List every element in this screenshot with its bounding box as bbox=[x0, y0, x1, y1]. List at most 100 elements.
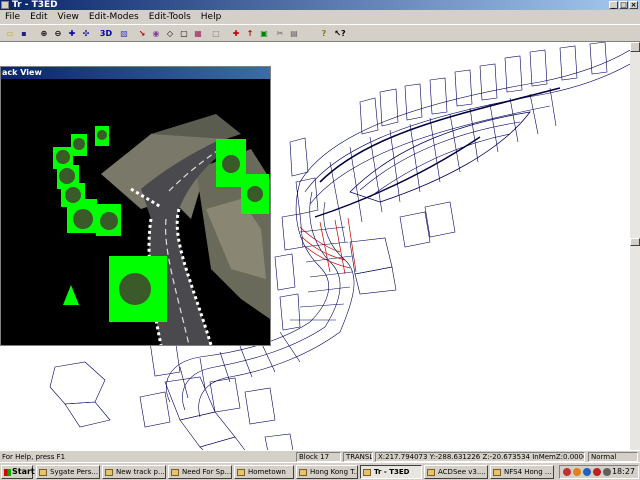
3d-view-icon[interactable]: 3D bbox=[100, 27, 112, 39]
zoom-in-icon-glyph: ⊕ bbox=[40, 28, 48, 38]
tray-icon-3[interactable] bbox=[583, 468, 591, 476]
taskbar-button[interactable]: Hometown bbox=[234, 465, 294, 479]
shape-icon[interactable]: ▢ bbox=[178, 27, 190, 39]
shape-icon-glyph: ▢ bbox=[180, 28, 188, 38]
menu-file[interactable]: File bbox=[0, 10, 25, 24]
taskbar-button-label: Need For Sp... bbox=[182, 468, 232, 476]
help-icon-glyph: ? bbox=[321, 28, 327, 38]
title-bar: Tr - T3ED _ □ × bbox=[0, 0, 640, 10]
menu-edit-tools[interactable]: Edit-Tools bbox=[144, 10, 196, 24]
track-view-scene[interactable] bbox=[1, 79, 270, 345]
clock: 18:27 bbox=[611, 467, 635, 476]
help-icon[interactable]: ? bbox=[318, 27, 330, 39]
track-icon[interactable]: ▧ bbox=[118, 27, 130, 39]
status-block: Block 17 bbox=[296, 452, 341, 462]
light-icon-glyph: ▤ bbox=[290, 28, 298, 38]
toolbar: ▭ ▪ ⊕ ⊖ ✚ ✣ 3D ▧ ↘ ◉ ◇ ▢ ▦ □ ✚ ↑ ▣ ✂ ▤? ↖? bbox=[0, 24, 640, 42]
scroll-up-button[interactable] bbox=[630, 42, 640, 52]
zoom-out-icon[interactable]: ⊖ bbox=[52, 27, 64, 39]
zoom-out-icon-glyph: ⊖ bbox=[54, 28, 62, 38]
move-icon[interactable]: ✚ bbox=[66, 27, 78, 39]
status-mode: TRANSL bbox=[343, 452, 373, 462]
blank-icon-glyph: □ bbox=[212, 28, 220, 38]
window-icon bbox=[171, 469, 179, 476]
menu-bar: File Edit View Edit-Modes Edit-Tools Hel… bbox=[0, 10, 640, 24]
block-icon[interactable]: ↘ bbox=[136, 27, 148, 39]
scroll-thumb[interactable] bbox=[630, 238, 640, 246]
add-point-icon-glyph: ✚ bbox=[232, 28, 240, 38]
taskbar-button[interactable]: ACDSee v3.... bbox=[424, 465, 488, 479]
start-label: Start bbox=[12, 467, 35, 476]
zoom-in-icon[interactable]: ⊕ bbox=[38, 27, 50, 39]
context-help-icon[interactable]: ↖? bbox=[334, 27, 346, 39]
search-icon[interactable]: ◉ bbox=[150, 27, 162, 39]
arrow-up-icon[interactable]: ↑ bbox=[244, 27, 256, 39]
context-help-icon-glyph: ↖? bbox=[334, 28, 346, 38]
open-folder-icon[interactable]: ▭ bbox=[4, 27, 16, 39]
taskbar: Start 18:27 Sygate Pers... New track p...… bbox=[0, 462, 640, 480]
cut-icon[interactable]: ✂ bbox=[274, 27, 286, 39]
blank-icon[interactable]: □ bbox=[210, 27, 222, 39]
close-button[interactable]: × bbox=[629, 1, 638, 9]
menu-edit-modes[interactable]: Edit-Modes bbox=[84, 10, 144, 24]
taskbar-button-label: New track p... bbox=[116, 468, 165, 476]
block-icon-glyph: ↘ bbox=[138, 28, 146, 38]
texture-icon-glyph: ▦ bbox=[194, 28, 202, 38]
save-icon[interactable]: ▪ bbox=[18, 27, 30, 39]
maximize-button[interactable]: □ bbox=[619, 1, 628, 9]
cut-icon-glyph: ✂ bbox=[276, 28, 284, 38]
scenery-icon[interactable]: ▣ bbox=[258, 27, 270, 39]
taskbar-button-label: Hong Kong T... bbox=[310, 468, 358, 476]
move-icon-glyph: ✚ bbox=[68, 28, 76, 38]
windows-flag-icon bbox=[4, 469, 11, 476]
track-view-title: ack View bbox=[1, 67, 270, 79]
save-icon-glyph: ▪ bbox=[21, 28, 27, 38]
3d-view-icon-glyph: 3D bbox=[99, 28, 113, 38]
tray-icon-2[interactable] bbox=[573, 468, 581, 476]
add-point-icon[interactable]: ✚ bbox=[230, 27, 242, 39]
scenery-icon-glyph: ▣ bbox=[260, 28, 268, 38]
status-state: Normal bbox=[588, 452, 638, 462]
taskbar-button[interactable]: Need For Sp... bbox=[168, 465, 232, 479]
menu-view[interactable]: View bbox=[53, 10, 84, 24]
status-coordinates: X:217.794073 Y:-288.631226 Z:-20.673534 … bbox=[375, 452, 585, 462]
track-view-window[interactable]: ack View bbox=[0, 66, 271, 346]
search-icon-glyph: ◉ bbox=[152, 28, 160, 38]
taskbar-button-label: Tr - T3ED bbox=[374, 468, 410, 476]
texture-icon[interactable]: ▦ bbox=[192, 27, 204, 39]
start-button[interactable]: Start bbox=[1, 465, 35, 479]
taskbar-button-label: Sygate Pers... bbox=[50, 468, 99, 476]
taskbar-button[interactable]: Tr - T3ED bbox=[360, 465, 422, 479]
volume-icon[interactable] bbox=[603, 468, 611, 476]
window-icon bbox=[105, 469, 113, 476]
polygon-icon-glyph: ◇ bbox=[166, 28, 174, 38]
taskbar-button[interactable]: Hong Kong T... bbox=[296, 465, 358, 479]
window-icon bbox=[237, 469, 245, 476]
taskbar-button-label: Hometown bbox=[248, 468, 286, 476]
window-icon bbox=[39, 469, 47, 476]
window-icon bbox=[363, 469, 371, 476]
vertical-scrollbar[interactable] bbox=[630, 42, 640, 462]
light-icon[interactable]: ▤ bbox=[288, 27, 300, 39]
tray-icon-4[interactable] bbox=[593, 468, 601, 476]
app-icon[interactable] bbox=[1, 1, 9, 9]
track-icon-glyph: ▧ bbox=[120, 28, 128, 38]
window-icon bbox=[299, 469, 307, 476]
taskbar-button[interactable]: NFS4 Hong ... bbox=[490, 465, 554, 479]
rotate-icon-glyph: ✣ bbox=[82, 28, 90, 38]
taskbar-button-label: NFS4 Hong ... bbox=[504, 468, 552, 476]
tray-icon-1[interactable] bbox=[563, 468, 571, 476]
taskbar-button-label: ACDSee v3.... bbox=[438, 468, 486, 476]
menu-help[interactable]: Help bbox=[196, 10, 227, 24]
window-icon bbox=[493, 469, 501, 476]
window-title: Tr - T3ED bbox=[12, 0, 58, 10]
polygon-icon[interactable]: ◇ bbox=[164, 27, 176, 39]
window-icon bbox=[427, 469, 435, 476]
taskbar-button[interactable]: Sygate Pers... bbox=[36, 465, 100, 479]
minimize-button[interactable]: _ bbox=[609, 1, 618, 9]
rotate-icon[interactable]: ✣ bbox=[80, 27, 92, 39]
menu-edit[interactable]: Edit bbox=[25, 10, 52, 24]
arrow-up-icon-glyph: ↑ bbox=[246, 28, 254, 38]
track-scene-render bbox=[53, 114, 270, 345]
taskbar-button[interactable]: New track p... bbox=[102, 465, 166, 479]
